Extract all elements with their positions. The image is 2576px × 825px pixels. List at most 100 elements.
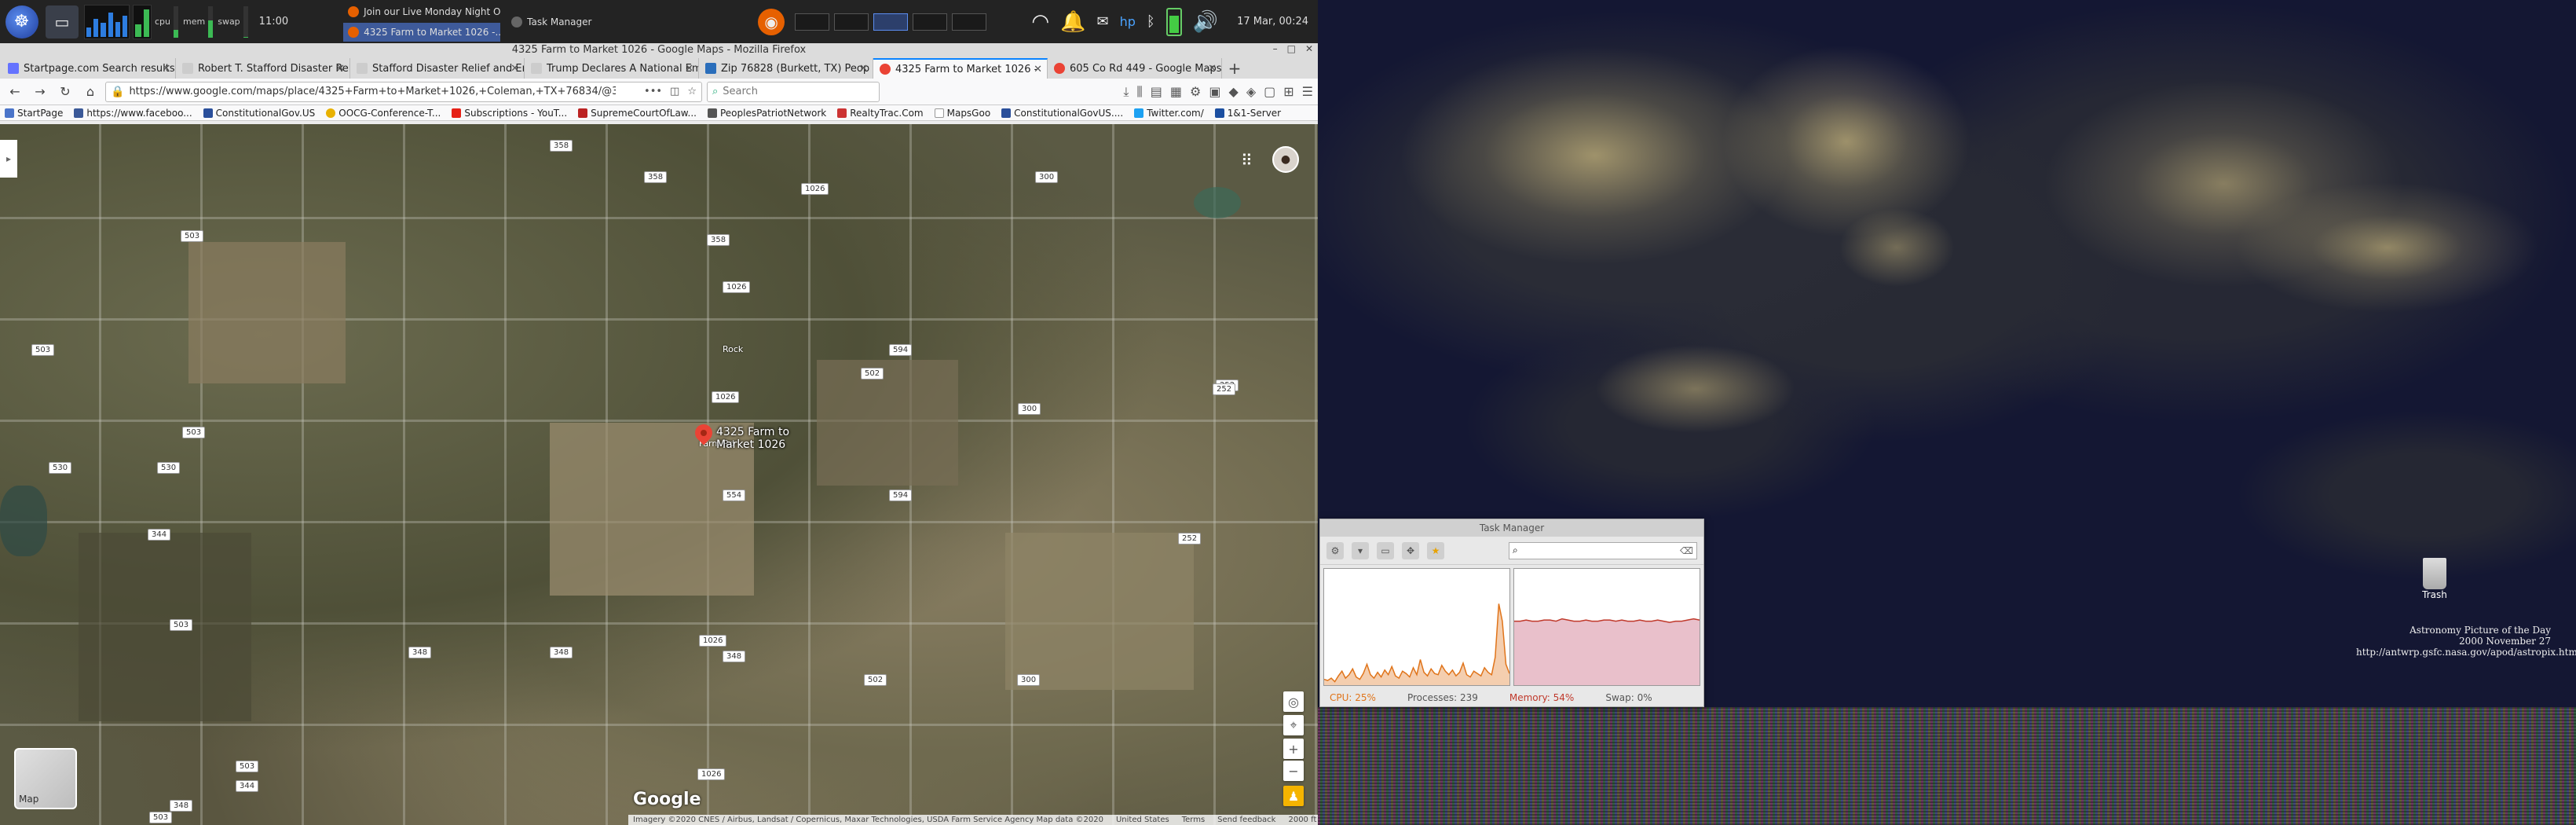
bookmark-item[interactable]: MapsGoo bbox=[934, 108, 990, 119]
task-item[interactable]: Join our Live Monday Night O... bbox=[343, 2, 500, 21]
bookmark-item[interactable]: Subscriptions - YouT... bbox=[452, 108, 567, 119]
url-bar[interactable]: 🔒 https://www.google.com/maps/place/4325… bbox=[105, 81, 702, 102]
tab-close-icon[interactable]: ✕ bbox=[1208, 63, 1217, 75]
workspace-5[interactable] bbox=[952, 13, 987, 31]
send-feedback-link[interactable]: Send feedback bbox=[1217, 816, 1275, 824]
maximize-icon[interactable]: □ bbox=[1287, 43, 1296, 54]
task-item-task-manager[interactable]: Task Manager bbox=[507, 13, 648, 31]
workspace-1[interactable] bbox=[795, 13, 830, 31]
pocket-icon[interactable]: ◫ bbox=[670, 86, 679, 97]
processes-status: Processes: 239 bbox=[1407, 692, 1478, 703]
screenshot-icon[interactable]: ▣ bbox=[1209, 84, 1220, 100]
tab-close-icon[interactable]: ✕ bbox=[336, 63, 345, 75]
account-avatar[interactable]: ● bbox=[1272, 146, 1299, 173]
volume-icon[interactable]: 🔊 bbox=[1193, 10, 1218, 34]
window-titlebar[interactable]: 4325 Farm to Market 1026 - Google Maps -… bbox=[0, 43, 1318, 57]
view-icon[interactable]: ▾ bbox=[1352, 541, 1369, 559]
bookmark-item[interactable]: RealtyTrac.Com bbox=[837, 108, 924, 119]
bookmark-item[interactable]: Twitter.com/ bbox=[1134, 108, 1204, 119]
task-manager-titlebar[interactable]: Task Manager bbox=[1320, 519, 1703, 537]
move-icon[interactable]: ✥ bbox=[1402, 541, 1419, 559]
extension-icon[interactable]: ⚙ bbox=[1190, 84, 1201, 100]
google-map-satellite[interactable]: 358 358 1026 300 503 358 503 1026 594 502 1026 300 2… bbox=[0, 124, 1318, 825]
tab-stafford-2[interactable]: Stafford Disaster Relief and Eme ✕ bbox=[350, 58, 525, 79]
map-pin-icon[interactable] bbox=[691, 420, 716, 449]
notification-bell-icon[interactable]: 🔔 bbox=[1060, 10, 1085, 34]
zoom-in-button[interactable]: + bbox=[1283, 739, 1304, 759]
bookmark-item[interactable]: https://www.faceboo... bbox=[74, 108, 192, 119]
terms-link[interactable]: Terms bbox=[1182, 816, 1205, 824]
downloads-icon[interactable]: ⤓ bbox=[1123, 84, 1129, 100]
bookmark-item[interactable]: OOCG-Conference-T... bbox=[326, 108, 441, 119]
tab-stafford-1[interactable]: Robert T. Stafford Disaster Relief ✕ bbox=[176, 58, 350, 79]
hp-printer-icon[interactable]: hp bbox=[1120, 14, 1136, 29]
tab-google-maps-2[interactable]: 605 Co Rd 449 - Google Maps ✕ bbox=[1048, 58, 1222, 79]
reload-button[interactable]: ↻ bbox=[55, 82, 75, 102]
page-actions-icon[interactable]: ••• bbox=[644, 86, 662, 97]
menu-icon[interactable]: ☰ bbox=[1302, 84, 1313, 100]
home-button[interactable]: ⌂ bbox=[80, 82, 101, 102]
workspace-4[interactable] bbox=[913, 13, 948, 31]
reader-icon[interactable]: ▦ bbox=[1170, 84, 1182, 100]
close-icon[interactable]: ✕ bbox=[1305, 43, 1313, 54]
search-bar[interactable]: ⌕ Search bbox=[707, 81, 880, 102]
settings-icon[interactable]: ⚙ bbox=[1326, 541, 1344, 559]
tab-close-icon[interactable]: ✕ bbox=[685, 63, 693, 75]
library-icon[interactable]: ⫼ bbox=[1136, 84, 1142, 100]
scale-label[interactable]: 2000 ft bbox=[1288, 816, 1316, 824]
clear-search-icon[interactable]: ⌫ bbox=[1680, 545, 1693, 556]
bookmark-icon bbox=[707, 108, 717, 118]
tab-startpage[interactable]: Startpage.com Search results ✕ bbox=[2, 58, 176, 79]
zoom-out-button[interactable]: − bbox=[1283, 761, 1304, 781]
minimize-icon[interactable]: – bbox=[1273, 43, 1278, 54]
firefox-launcher-icon[interactable]: ◉ bbox=[758, 8, 785, 35]
lock-icon[interactable]: 🔒 bbox=[111, 86, 124, 98]
tab-google-maps-active[interactable]: 4325 Farm to Market 1026 - ✕ bbox=[873, 58, 1048, 79]
extension-3-icon[interactable]: ◈ bbox=[1246, 84, 1256, 100]
bookmark-item[interactable]: PeoplesPatriotNetwork bbox=[707, 108, 826, 119]
tab-close-icon[interactable]: ✕ bbox=[510, 63, 519, 75]
monitor-icon[interactable]: ▭ bbox=[1377, 541, 1394, 559]
tab-zip[interactable]: Zip 76828 (Burkett, TX) Peop ✕ bbox=[699, 58, 873, 79]
mem-label: mem bbox=[183, 16, 206, 27]
extension-2-icon[interactable]: ◆ bbox=[1229, 84, 1239, 100]
country-link[interactable]: United States bbox=[1116, 816, 1169, 824]
my-location-icon[interactable]: ⌖ bbox=[1283, 715, 1304, 735]
app-menu-button[interactable]: ☸ bbox=[0, 0, 43, 43]
google-apps-icon[interactable]: ⠿ bbox=[1241, 151, 1258, 170]
new-tab-button[interactable]: + bbox=[1222, 58, 1247, 79]
tab-trump[interactable]: Trump Declares A National Emer ✕ bbox=[525, 58, 699, 79]
back-button[interactable]: ← bbox=[5, 82, 25, 102]
battery-icon[interactable] bbox=[1165, 7, 1182, 36]
workspace-3[interactable] bbox=[873, 13, 909, 31]
pin-label[interactable]: 4325 Farm to Market 1026 bbox=[716, 426, 803, 451]
task-manager-toolbar: ⚙ ▾ ▭ ✥ ★ ⌕ ⌫ bbox=[1320, 537, 1703, 565]
bookmark-item[interactable]: StartPage bbox=[5, 108, 63, 119]
extension-4-icon[interactable]: ▢ bbox=[1264, 84, 1275, 100]
bookmark-item[interactable]: 1&1-Server bbox=[1214, 108, 1281, 119]
bluetooth-icon[interactable]: ᛒ bbox=[1147, 13, 1155, 30]
workspace-2[interactable] bbox=[834, 13, 869, 31]
mail-icon[interactable]: ✉ bbox=[1096, 13, 1108, 30]
map-layer-toggle[interactable]: Map bbox=[14, 748, 77, 809]
bookmark-item[interactable]: ConstitutionalGov.US bbox=[203, 108, 315, 119]
bookmark-item[interactable]: ConstitutionalGovUS.... bbox=[1001, 108, 1123, 119]
show-desktop-icon[interactable]: ▭ bbox=[46, 5, 79, 38]
favorite-star-icon[interactable]: ★ bbox=[1427, 541, 1444, 559]
task-item-active[interactable]: 4325 Farm to Market 1026 -... bbox=[343, 22, 501, 42]
bookmark-item[interactable]: SupremeCourtOfLaw... bbox=[578, 108, 697, 119]
sidebar-icon[interactable]: ▤ bbox=[1151, 84, 1162, 100]
tab-close-icon[interactable]: ✕ bbox=[1034, 64, 1042, 75]
bookmark-star-icon[interactable]: ☆ bbox=[687, 86, 697, 97]
forward-button[interactable]: → bbox=[30, 82, 50, 102]
search-engine-icon[interactable]: ⌕ bbox=[712, 86, 718, 97]
compass-icon[interactable]: ◎ bbox=[1283, 691, 1304, 712]
tab-close-icon[interactable]: ✕ bbox=[859, 63, 868, 75]
extension-5-icon[interactable]: ⊞ bbox=[1283, 84, 1293, 100]
tab-close-icon[interactable]: ✕ bbox=[162, 63, 170, 75]
street-view-pegman-icon[interactable]: ♟ bbox=[1283, 786, 1304, 806]
side-panel-toggle[interactable]: ▸ bbox=[0, 140, 17, 178]
process-search-input[interactable]: ⌕ ⌫ bbox=[1509, 541, 1697, 559]
trash-desktop-icon[interactable]: Trash bbox=[2419, 558, 2450, 602]
wifi-icon[interactable]: ◠ bbox=[1031, 10, 1049, 34]
